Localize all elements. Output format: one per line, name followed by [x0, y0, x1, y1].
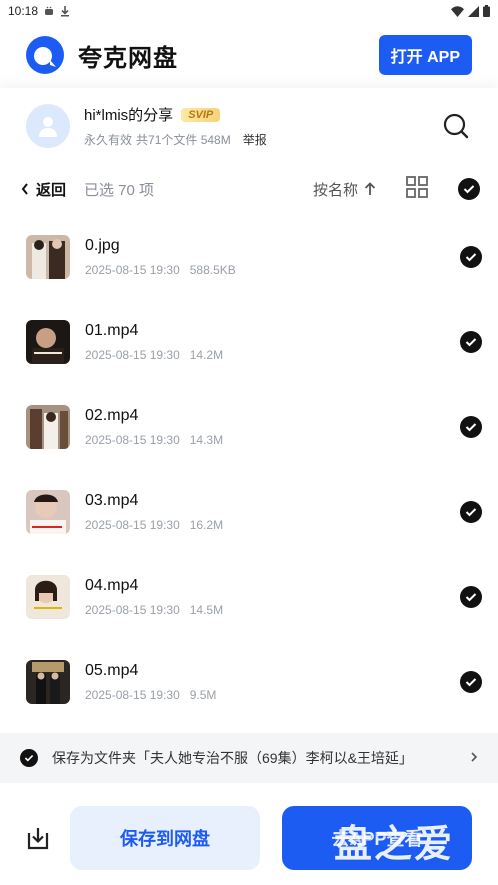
- file-checkbox[interactable]: [460, 415, 482, 438]
- file-name: 05.mp4: [85, 661, 139, 679]
- open-app-button[interactable]: 打开 APP: [378, 35, 472, 75]
- save-as-folder-option[interactable]: 保存为文件夹「夫人她专治不服（69集）李柯以&王培延」: [0, 733, 498, 783]
- file-row[interactable]: 04.mp4 2025-08-15 19:30 14.5M: [0, 554, 498, 639]
- file-name: 03.mp4: [85, 491, 139, 509]
- file-thumbnail: [26, 574, 70, 619]
- file-date: 2025-08-15 19:30: [85, 432, 180, 447]
- file-size: 9.5M: [189, 687, 217, 702]
- select-all-checkbox[interactable]: [458, 178, 480, 200]
- toolbar: 返回 已选 70 项 按名称: [0, 164, 498, 214]
- download-icon: [27, 827, 49, 849]
- sort-button[interactable]: 按名称: [313, 179, 376, 200]
- file-size: 14.5M: [189, 602, 224, 617]
- checkmark-icon: [465, 677, 477, 686]
- save-as-folder-checkbox[interactable]: [20, 749, 38, 767]
- checkmark-icon: [463, 185, 475, 194]
- share-meta: 永久有效 共71个文件 548M 举报: [84, 131, 440, 148]
- share-summary: 共71个文件 548M: [136, 133, 231, 147]
- back-button[interactable]: 返回: [20, 179, 66, 200]
- file-thumbnail: [26, 319, 70, 364]
- file-size: 14.2M: [189, 347, 224, 362]
- top-bar: 夸克网盘 打开 APP: [0, 22, 498, 88]
- grid-view-button[interactable]: [406, 175, 428, 203]
- file-date: 2025-08-15 19:30: [85, 602, 180, 617]
- android-icon: [44, 6, 54, 16]
- checkmark-icon: [465, 337, 477, 346]
- view-in-app-button[interactable]: 去APP查看 盘之爱: [282, 805, 472, 870]
- quark-logo-icon: [26, 36, 64, 74]
- view-in-app-label: 去APP查看: [331, 828, 423, 849]
- checkmark-icon: [465, 507, 477, 516]
- file-size: 14.3M: [189, 432, 224, 447]
- file-size: 588.5KB: [189, 262, 236, 277]
- save-to-drive-button[interactable]: 保存到网盘: [70, 805, 260, 870]
- file-name: 04.mp4: [85, 576, 139, 594]
- file-row[interactable]: 03.mp4 2025-08-15 19:30 16.2M: [0, 469, 498, 554]
- checkmark-icon: [465, 252, 477, 261]
- status-time: 10:18: [8, 4, 39, 18]
- file-date: 2025-08-15 19:30: [85, 517, 180, 532]
- file-row[interactable]: 02.mp4 2025-08-15 19:30 14.3M: [0, 384, 498, 469]
- checkmark-icon: [24, 755, 34, 762]
- file-thumbnail: [26, 404, 70, 449]
- report-link[interactable]: 举报: [243, 131, 267, 148]
- arrow-up-icon: [364, 182, 376, 195]
- file-size: 16.2M: [189, 517, 224, 532]
- file-checkbox[interactable]: [460, 670, 482, 693]
- download-status-icon: [60, 5, 70, 17]
- battery-icon: [483, 5, 490, 17]
- file-row[interactable]: 0.jpg 2025-08-15 19:30 588.5KB: [0, 214, 498, 299]
- chevron-right-icon: [470, 750, 478, 766]
- file-date: 2025-08-15 19:30: [85, 687, 180, 702]
- file-thumbnail: [26, 659, 70, 704]
- share-title: hi*lmis的分享: [84, 107, 174, 124]
- share-validity: 永久有效: [84, 133, 133, 147]
- search-button[interactable]: [440, 110, 472, 142]
- file-thumbnail: [26, 234, 70, 279]
- search-icon: [443, 113, 469, 139]
- svip-badge: SVIP: [181, 107, 221, 122]
- file-name: 01.mp4: [85, 321, 139, 339]
- grid-icon: [406, 175, 428, 198]
- file-name: 0.jpg: [85, 236, 120, 254]
- file-checkbox[interactable]: [460, 500, 482, 523]
- file-row[interactable]: 05.mp4 2025-08-15 19:30 9.5M: [0, 639, 498, 724]
- file-row[interactable]: 01.mp4 2025-08-15 19:30 14.2M: [0, 299, 498, 384]
- checkmark-icon: [465, 592, 477, 601]
- file-thumbnail: [26, 489, 70, 534]
- file-checkbox[interactable]: [460, 245, 482, 268]
- file-checkbox[interactable]: [460, 585, 482, 608]
- brand: 夸克网盘: [26, 36, 178, 74]
- wifi-icon: [451, 5, 464, 17]
- file-checkbox[interactable]: [460, 330, 482, 353]
- avatar[interactable]: [26, 104, 70, 148]
- download-button[interactable]: [24, 824, 52, 852]
- app-name: 夸克网盘: [78, 44, 178, 72]
- save-as-folder-label: 保存为文件夹「夫人她专治不服（69集）李柯以&王培延」: [52, 750, 413, 766]
- checkmark-icon: [465, 422, 477, 431]
- share-header: hi*lmis的分享 SVIP 永久有效 共71个文件 548M 举报: [0, 88, 498, 164]
- sort-label: 按名称: [312, 181, 358, 199]
- signal-icon: [468, 5, 479, 17]
- selected-count: 已选 70 项: [84, 181, 155, 199]
- bottom-bar: 保存到网盘 去APP查看 盘之爱: [0, 790, 498, 885]
- back-label: 返回: [36, 181, 67, 199]
- file-list: 0.jpg 2025-08-15 19:30 588.5KB 01.mp4 20…: [0, 214, 498, 724]
- status-bar: 10:18: [0, 0, 498, 22]
- chevron-left-icon: [21, 183, 28, 195]
- file-date: 2025-08-15 19:30: [85, 262, 180, 277]
- file-name: 02.mp4: [85, 406, 139, 424]
- file-date: 2025-08-15 19:30: [85, 347, 180, 362]
